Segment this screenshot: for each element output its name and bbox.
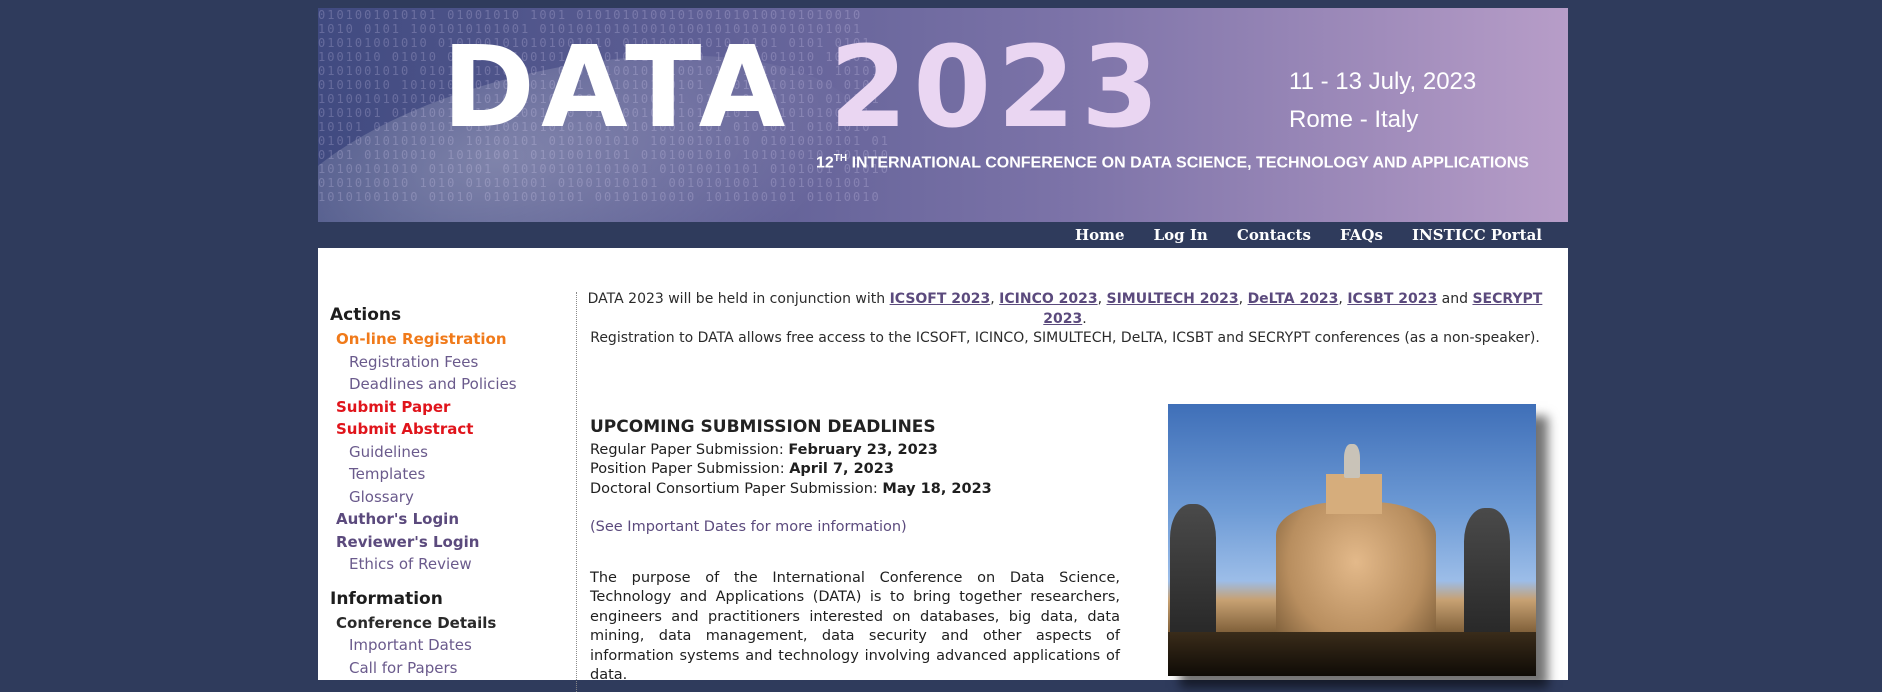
free-access-note: Registration to DATA allows free access …: [590, 330, 1540, 346]
deadline-label: Position Paper Submission:: [590, 461, 790, 477]
conjunction-and: and: [1437, 291, 1473, 307]
deadlines-heading: UPCOMING SUBMISSION DEADLINES: [590, 417, 936, 437]
sidebar-heading-actions: Actions: [330, 305, 402, 325]
sidebar-item-submit-abstract[interactable]: Submit Abstract: [330, 418, 570, 441]
sidebar-item-authors-login[interactable]: Author's Login: [330, 508, 570, 531]
submission-deadlines: UPCOMING SUBMISSION DEADLINES Regular Pa…: [590, 417, 1120, 686]
conference-purpose: The purpose of the International Confere…: [590, 569, 1120, 684]
banner-title-year: 2023: [829, 23, 1166, 153]
important-dates-link[interactable]: (See Important Dates for more informatio…: [590, 518, 1120, 538]
deadline-label: Doctoral Consortium Paper Submission:: [590, 480, 883, 497]
sidebar-item-templates[interactable]: Templates: [330, 463, 570, 486]
conjunction-separator: ,: [1097, 291, 1107, 307]
deadline-date: May 18, 2023: [882, 480, 992, 497]
banner-dates: 11 - 13 July, 2023: [1289, 68, 1477, 95]
sidebar-item-ethics-of-review[interactable]: Ethics of Review: [330, 553, 570, 576]
conjunction-notice: DATA 2023 will be held in conjunction wi…: [582, 290, 1548, 349]
castle-tower: [1326, 474, 1382, 514]
conjunction-separator: ,: [990, 291, 1000, 307]
banner-ordinal-number: 12: [816, 154, 834, 172]
banner-location: Rome - Italy: [1289, 106, 1419, 133]
nav-insticc-portal[interactable]: INSTICC Portal: [1412, 222, 1542, 248]
conjunction-line: DATA 2023 will be held in conjunction wi…: [582, 290, 1548, 329]
top-navigation: Home Log In Contacts FAQs INSTICC Portal: [318, 222, 1568, 248]
link-icsoft-2023[interactable]: ICSOFT 2023: [890, 291, 991, 307]
banner-subtitle: 12TH INTERNATIONAL CONFERENCE ON DATA SC…: [816, 153, 1529, 172]
nav-home[interactable]: Home: [1075, 222, 1125, 248]
banner-subtitle-text: INTERNATIONAL CONFERENCE ON DATA SCIENCE…: [847, 154, 1529, 172]
banner-title-word: DATA: [442, 23, 792, 153]
nav-contacts[interactable]: Contacts: [1237, 222, 1311, 248]
sidebar-item-reviewers-login[interactable]: Reviewer's Login: [330, 531, 570, 554]
sidebar-item-glossary[interactable]: Glossary: [330, 486, 570, 509]
sidebar-divider: [576, 292, 577, 692]
conjunction-suffix: .: [1082, 310, 1087, 327]
angel-statue-top: [1344, 444, 1360, 478]
rome-castle-photo: [1168, 404, 1536, 676]
sidebar-item-important-dates[interactable]: Important Dates: [330, 634, 570, 657]
sidebar-item-online-registration[interactable]: On-line Registration: [330, 328, 570, 351]
banner-title: DATA 2023: [442, 28, 1165, 148]
deadline-date: February 23, 2023: [788, 441, 938, 458]
sidebar-heading-information: Information: [330, 588, 443, 609]
link-delta-2023[interactable]: DeLTA 2023: [1248, 291, 1339, 307]
conjunction-separator: ,: [1338, 291, 1348, 307]
deadline-row-doctoral: Doctoral Consortium Paper Submission: Ma…: [590, 480, 1120, 500]
nav-log-in[interactable]: Log In: [1154, 222, 1208, 248]
deadline-row-position: Position Paper Submission: April 7, 2023: [590, 460, 1120, 480]
bridge-shape: [1168, 632, 1536, 676]
main-content: Actions On-line Registration Registratio…: [318, 248, 1568, 692]
sidebar: Actions On-line Registration Registratio…: [330, 304, 570, 679]
deadline-date: April 7, 2023: [789, 461, 894, 477]
deadline-label: Regular Paper Submission:: [590, 441, 789, 458]
sidebar-item-guidelines[interactable]: Guidelines: [330, 441, 570, 464]
sidebar-item-conference-details[interactable]: Conference Details: [330, 612, 570, 635]
page-wrapper: 0101001010101 01001010 1001 010101010010…: [318, 0, 1568, 692]
nav-faqs[interactable]: FAQs: [1340, 222, 1383, 248]
link-icsbt-2023[interactable]: ICSBT 2023: [1347, 291, 1437, 307]
conference-banner: 0101001010101 01001010 1001 010101010010…: [318, 8, 1568, 222]
banner-dates-block: 11 - 13 July, 2023 Rome - Italy: [1289, 63, 1476, 139]
link-simultech-2023[interactable]: SIMULTECH 2023: [1107, 291, 1239, 307]
sidebar-item-registration-fees[interactable]: Registration Fees: [330, 351, 570, 374]
conjunction-separator: ,: [1238, 291, 1248, 307]
sidebar-item-call-for-papers[interactable]: Call for Papers: [330, 657, 570, 680]
conjunction-prefix: DATA 2023 will be held in conjunction wi…: [587, 291, 890, 307]
banner-ordinal-suffix: TH: [833, 153, 848, 164]
sidebar-item-submit-paper[interactable]: Submit Paper: [330, 396, 570, 419]
sidebar-item-deadlines-and-policies[interactable]: Deadlines and Policies: [330, 373, 570, 396]
deadline-row-regular: Regular Paper Submission: February 23, 2…: [590, 441, 1120, 461]
castle-shape: [1276, 502, 1436, 652]
link-icinco-2023[interactable]: ICINCO 2023: [999, 291, 1097, 307]
